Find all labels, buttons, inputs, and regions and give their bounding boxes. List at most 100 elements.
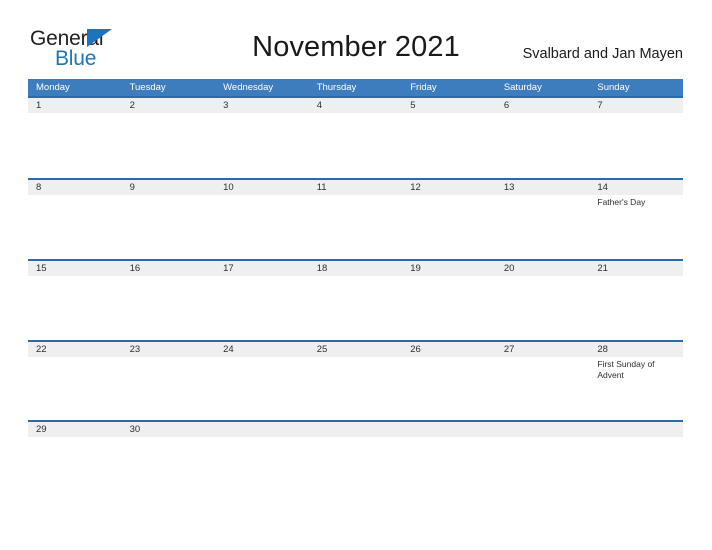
day-number[interactable]: 19 — [402, 261, 496, 276]
day-number[interactable]: 13 — [496, 180, 590, 195]
calendar-page: General Blue November 2021 Svalbard and … — [0, 0, 712, 550]
day-number[interactable]: 4 — [309, 98, 403, 113]
week-event-band — [28, 113, 683, 178]
day-number[interactable] — [309, 422, 403, 437]
day-cell[interactable] — [215, 195, 309, 259]
day-cell[interactable] — [496, 113, 590, 178]
week-event-band: First Sunday of Advent — [28, 357, 683, 420]
day-cell[interactable] — [215, 357, 309, 420]
day-number[interactable]: 15 — [28, 261, 122, 276]
day-cell[interactable] — [402, 437, 496, 447]
day-cell[interactable] — [122, 357, 216, 420]
calendar-week-row: 15 16 17 18 19 20 21 — [28, 259, 683, 340]
day-number[interactable] — [589, 422, 683, 437]
calendar-week-row: 29 30 — [28, 420, 683, 447]
calendar-week-row: 1234567 — [28, 96, 683, 178]
calendar-week-row: 22 23 24 25 26 27 28 First Sunday of Advent — [28, 340, 683, 420]
day-cell[interactable] — [309, 357, 403, 420]
calendar-week-row: 8 9 10 11 12 13 14 Father's Day — [28, 178, 683, 259]
day-of-week-header: Friday — [410, 82, 437, 93]
week-date-band: 1234567 — [28, 96, 683, 113]
day-cell[interactable] — [496, 195, 590, 259]
day-number[interactable]: 24 — [215, 342, 309, 357]
day-number[interactable]: 23 — [122, 342, 216, 357]
day-cell[interactable] — [589, 276, 683, 340]
day-number[interactable]: 22 — [28, 342, 122, 357]
day-cell[interactable] — [215, 276, 309, 340]
day-number[interactable]: 9 — [122, 180, 216, 195]
calendar-grid: Monday Tuesday Wednesday Thursday Friday Satu… — [28, 79, 683, 447]
day-cell[interactable] — [496, 276, 590, 340]
week-event-band — [28, 437, 683, 447]
day-number[interactable]: 1 — [28, 98, 122, 113]
calendar-weeks: 1 2 3 4 5 6 7 8 9 10 11 12 13 14 Father's Day 15 16 17 18 1… — [28, 96, 683, 447]
day-number[interactable]: 18 — [309, 261, 403, 276]
week-event-band: Father's Day — [28, 195, 683, 259]
day-number[interactable] — [215, 422, 309, 437]
day-cell[interactable] — [309, 195, 403, 259]
week-date-band: 29 30 — [28, 420, 683, 437]
day-cell[interactable]: Father's Day — [589, 195, 683, 259]
day-cell[interactable] — [215, 437, 309, 447]
day-cell[interactable] — [28, 357, 122, 420]
day-cell[interactable] — [28, 276, 122, 340]
day-number[interactable]: 2 — [122, 98, 216, 113]
day-of-week-header-row: Monday Tuesday Wednesday Thursday Friday Satu… — [28, 79, 683, 96]
day-of-week-header: Sunday — [597, 82, 630, 93]
day-number[interactable]: 8 — [28, 180, 122, 195]
day-number[interactable]: 7 — [589, 98, 683, 113]
week-date-band: 15 16 17 18 19 20 21 — [28, 259, 683, 276]
day-cell[interactable] — [309, 437, 403, 447]
day-cell[interactable]: First Sunday of Advent — [589, 357, 683, 420]
day-number[interactable]: 3 — [215, 98, 309, 113]
day-number[interactable]: 16 — [122, 261, 216, 276]
day-cell[interactable] — [496, 437, 590, 447]
day-of-week-header: Monday — [36, 82, 70, 93]
day-number[interactable]: 17 — [215, 261, 309, 276]
day-number[interactable]: 20 — [496, 261, 590, 276]
day-cell[interactable] — [309, 276, 403, 340]
day-number[interactable]: 11 — [309, 180, 403, 195]
day-cell[interactable] — [122, 195, 216, 259]
day-cell[interactable] — [28, 113, 122, 178]
day-of-week-header: Wednesday — [223, 82, 274, 93]
day-cell[interactable] — [122, 276, 216, 340]
day-number[interactable]: 27 — [496, 342, 590, 357]
day-event-label: First Sunday of Advent — [597, 359, 655, 380]
day-number[interactable]: 14 — [589, 180, 683, 195]
day-number[interactable]: 28 — [589, 342, 683, 357]
day-number[interactable]: 29 — [28, 422, 122, 437]
day-number[interactable]: 5 — [402, 98, 496, 113]
day-of-week-header: Tuesday — [129, 82, 166, 93]
day-number[interactable] — [496, 422, 590, 437]
day-number[interactable]: 21 — [589, 261, 683, 276]
day-cell[interactable] — [309, 113, 403, 178]
day-of-week-header: Saturday — [503, 82, 542, 93]
day-of-week-header: Thursday — [316, 82, 357, 93]
day-cell[interactable] — [122, 437, 216, 447]
day-cell[interactable] — [122, 113, 216, 178]
week-event-band — [28, 276, 683, 340]
day-cell[interactable] — [402, 357, 496, 420]
day-cell[interactable] — [28, 437, 122, 447]
week-date-band: 8 9 10 11 12 13 14 — [28, 178, 683, 195]
day-number[interactable]: 26 — [402, 342, 496, 357]
day-number[interactable]: 25 — [309, 342, 403, 357]
day-number[interactable]: 10 — [215, 180, 309, 195]
day-number[interactable] — [402, 422, 496, 437]
day-cell[interactable] — [215, 113, 309, 178]
day-cell[interactable] — [402, 113, 496, 178]
day-cell[interactable] — [496, 357, 590, 420]
day-number[interactable]: 12 — [402, 180, 496, 195]
locale-label: Svalbard and Jan Mayen — [522, 46, 683, 62]
day-cell[interactable] — [589, 113, 683, 178]
day-cell[interactable] — [402, 195, 496, 259]
day-number[interactable]: 6 — [496, 98, 590, 113]
week-date-band: 22 23 24 25 26 27 28 — [28, 340, 683, 357]
day-cell[interactable] — [402, 276, 496, 340]
day-number[interactable]: 30 — [122, 422, 216, 437]
page-header: General Blue November 2021 Svalbard and … — [0, 0, 712, 76]
day-cell[interactable] — [28, 195, 122, 259]
day-event-label: Father's Day — [597, 197, 646, 207]
day-cell[interactable] — [589, 437, 683, 447]
